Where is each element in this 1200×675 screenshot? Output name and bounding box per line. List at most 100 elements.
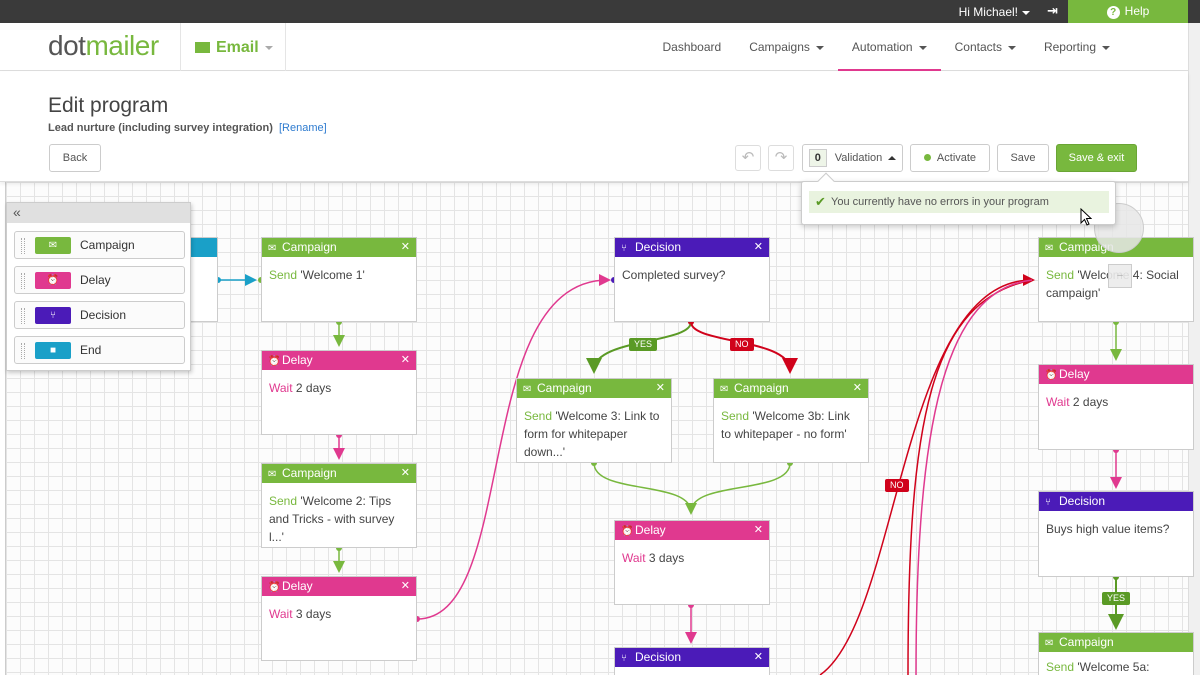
node-delay-3-days-b[interactable]: ⏰ Delay ✕ Wait 3 days: [614, 520, 770, 605]
drag-handle-icon[interactable]: [21, 273, 25, 289]
error-count-badge: 0: [808, 149, 827, 167]
node-title: Delay: [635, 523, 666, 537]
activate-button[interactable]: Activate: [910, 144, 990, 172]
node-title: Campaign: [282, 240, 337, 254]
validation-button[interactable]: 0 Validation: [802, 144, 903, 172]
decision-icon: ⑂: [621, 243, 627, 254]
help-button[interactable]: ? Help: [1068, 0, 1188, 23]
chevron-down-icon: [264, 45, 273, 50]
nav-automation[interactable]: Automation: [837, 23, 941, 71]
close-icon[interactable]: ✕: [853, 379, 862, 398]
node-campaign-welcome-3[interactable]: ✉ Campaign ✕ Send 'Welcome 3: Link to form…: [516, 378, 672, 463]
drag-handle-icon[interactable]: [21, 238, 25, 254]
envelope-icon: ✉: [35, 237, 71, 254]
drag-handle-icon[interactable]: [21, 308, 25, 324]
node-body: Send 'Welcome 2: Tips and Tricks - with …: [262, 483, 416, 555]
envelope-icon: ✉: [720, 384, 729, 395]
node-text: 'Welcome 1': [297, 268, 365, 282]
help-label: Help: [1124, 4, 1150, 18]
redo-icon[interactable]: ↷: [768, 145, 794, 171]
logo[interactable]: dotmailer: [48, 30, 159, 62]
close-icon[interactable]: ✕: [754, 521, 763, 540]
node-delay-2-days[interactable]: ⏰ Delay ✕ Wait 2 days: [261, 350, 417, 435]
close-icon[interactable]: ✕: [401, 238, 410, 257]
clock-icon: ⏰: [268, 582, 281, 593]
logout-icon[interactable]: ⇥: [1047, 3, 1058, 19]
node-campaign-welcome-1[interactable]: ✉ Campaign ✕ Send 'Welcome 1': [261, 237, 417, 322]
nav-campaigns[interactable]: Campaigns: [735, 23, 838, 71]
node-body: Wait 3 days: [615, 540, 769, 576]
save-exit-button[interactable]: Save & exit: [1056, 144, 1137, 172]
node-title: Campaign: [734, 381, 789, 395]
decision-icon: ⑂: [1045, 497, 1051, 508]
node-keyword: Send: [524, 409, 553, 423]
node-keyword: Wait: [1046, 395, 1070, 409]
node-body: Wait 2 days: [1039, 384, 1193, 420]
no-label: NO: [730, 338, 754, 351]
scrollbar[interactable]: [1188, 23, 1200, 675]
node-keyword: Wait: [269, 607, 293, 621]
node-keyword: Send: [721, 409, 750, 423]
validation-label: Validation: [834, 152, 883, 164]
node-campaign-welcome-5a[interactable]: ✉ Campaign Send 'Welcome 5a: Luxury: [1038, 632, 1194, 675]
node-title: Decision: [1059, 494, 1106, 508]
decision-icon: ⑂: [35, 307, 71, 324]
node-delay-2-days-b[interactable]: ⏰ Delay Wait 2 days: [1038, 364, 1194, 450]
node-text: 3 days: [292, 607, 332, 621]
yes-label: YES: [629, 338, 658, 351]
node-body: Completed survey?: [622, 268, 726, 282]
node-campaign-welcome-3b[interactable]: ✉ Campaign ✕ Send 'Welcome 3b: Link to whi…: [713, 378, 869, 463]
palette-collapse-button[interactable]: «: [7, 203, 190, 223]
rename-link[interactable]: [Rename]: [279, 122, 327, 134]
chevron-down-icon: [1022, 10, 1030, 15]
palette-item-campaign[interactable]: ✉ Campaign: [14, 231, 185, 259]
node-body: Wait 2 days: [262, 370, 416, 406]
clock-icon: ⏰: [621, 526, 634, 537]
close-icon[interactable]: ✕: [401, 351, 410, 370]
close-icon[interactable]: ✕: [754, 648, 763, 667]
user-menu[interactable]: Hi Michael!: [959, 5, 1030, 19]
undo-icon[interactable]: ↶: [735, 145, 761, 171]
node-title: Decision: [635, 650, 682, 664]
palette-item-delay[interactable]: ⏰ Delay: [14, 266, 185, 294]
node-campaign-welcome-2[interactable]: ✉ Campaign ✕ Send 'Welcome 2: Tips and Tri…: [261, 463, 417, 548]
node-decision-bottom[interactable]: ⑂ Decision ✕: [614, 647, 770, 675]
close-icon[interactable]: ✕: [401, 577, 410, 596]
main-header: dotmailer Email Dashboard Campaigns Auto…: [0, 23, 1188, 71]
yes-label: YES: [1102, 592, 1131, 605]
node-body: Buys high value items?: [1046, 522, 1170, 536]
close-icon[interactable]: ✕: [656, 379, 665, 398]
palette-item-end[interactable]: ■ End: [14, 336, 185, 364]
node-palette: « ✉ Campaign ⏰ Delay ⑂ Decision ■ End: [6, 202, 191, 371]
close-icon[interactable]: ✕: [401, 464, 410, 483]
node-delay-3-days[interactable]: ⏰ Delay ✕ Wait 3 days: [261, 576, 417, 661]
drag-handle-icon[interactable]: [21, 343, 25, 359]
chevron-down-icon: [1102, 45, 1110, 50]
status-dot-icon: [923, 154, 931, 161]
product-switcher[interactable]: Email: [195, 39, 273, 57]
checkmark-icon: ✔: [815, 194, 826, 209]
save-button[interactable]: Save: [997, 144, 1049, 172]
close-icon[interactable]: ✕: [754, 238, 763, 257]
program-toolbar: Edit program Lead nurture (including sur…: [0, 72, 1188, 182]
node-title: Campaign: [537, 381, 592, 395]
no-label: NO: [885, 479, 909, 492]
zoom-control[interactable]: –: [1108, 264, 1132, 288]
nav-contacts[interactable]: Contacts: [941, 23, 1030, 71]
node-decision-completed-survey[interactable]: ⑂ Decision ✕ Completed survey?: [614, 237, 770, 322]
palette-item-decision[interactable]: ⑂ Decision: [14, 301, 185, 329]
nav-reporting[interactable]: Reporting: [1030, 23, 1124, 71]
chevron-up-icon: [888, 156, 897, 161]
back-button[interactable]: Back: [49, 144, 101, 172]
user-greeting: Hi Michael!: [958, 5, 1018, 19]
node-keyword: Send: [1046, 660, 1075, 674]
palette-item-label: Campaign: [80, 238, 135, 252]
divider: [180, 23, 181, 71]
validation-message: ✔ You currently have no errors in your pr…: [809, 191, 1109, 213]
node-decision-high-value[interactable]: ⑂ Decision Buys high value items?: [1038, 491, 1194, 577]
stop-icon: ■: [35, 342, 71, 359]
nav-dashboard[interactable]: Dashboard: [648, 23, 735, 71]
node-keyword: Send: [269, 494, 298, 508]
clock-icon: ⏰: [1045, 370, 1058, 381]
node-title: Delay: [1059, 367, 1090, 381]
